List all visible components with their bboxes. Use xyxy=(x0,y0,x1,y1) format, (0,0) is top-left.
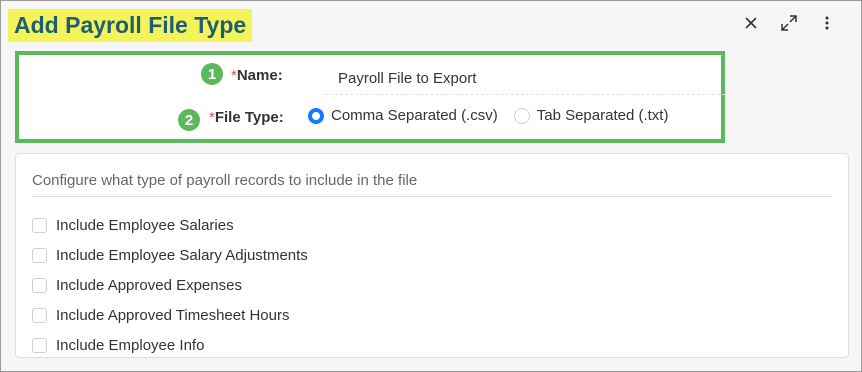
checkbox-label: Include Employee Salaries xyxy=(56,216,234,234)
title-highlight: Add Payroll File Type xyxy=(8,9,253,42)
records-checkbox-list: Include Employee Salaries Include Employ… xyxy=(32,210,308,360)
checkbox-label: Include Approved Timesheet Hours xyxy=(56,306,290,324)
callout-badge-2: 2 xyxy=(178,109,200,131)
expand-icon[interactable] xyxy=(779,13,799,33)
radio-label-csv: Comma Separated (.csv) xyxy=(331,107,498,124)
radio-label-txt: Tab Separated (.txt) xyxy=(536,107,669,124)
dialog-header-actions xyxy=(741,13,837,33)
close-icon[interactable] xyxy=(741,13,761,33)
file-type-label: *File Type: xyxy=(209,109,284,126)
radio-option-csv[interactable]: Comma Separated (.csv) xyxy=(308,107,498,124)
checkbox-icon[interactable] xyxy=(32,337,47,353)
dialog-title: Add Payroll File Type xyxy=(14,12,247,38)
file-type-label-text: File Type: xyxy=(214,109,284,126)
radio-selected-icon[interactable] xyxy=(308,107,324,124)
name-input[interactable] xyxy=(325,63,725,95)
checkbox-icon[interactable] xyxy=(32,247,47,263)
checkbox-icon[interactable] xyxy=(32,217,47,233)
dialog: Add Payroll File Type 1 *Name: 2 *File T… xyxy=(0,0,862,372)
radio-unselected-icon[interactable] xyxy=(513,107,530,124)
radio-option-txt[interactable]: Tab Separated (.txt) xyxy=(513,107,669,124)
checkbox-row-timesheet-hours[interactable]: Include Approved Timesheet Hours xyxy=(32,300,308,330)
records-panel: Configure what type of payroll records t… xyxy=(15,153,849,358)
name-label-text: Name: xyxy=(236,67,283,84)
callout-highlight-box: 1 *Name: 2 *File Type: Comma Separated (… xyxy=(15,51,725,143)
checkbox-row-employee-info[interactable]: Include Employee Info xyxy=(32,330,308,360)
file-type-radio-group: Comma Separated (.csv) Tab Separated (.t… xyxy=(308,107,684,124)
callout-badge-1: 1 xyxy=(201,63,223,85)
checkbox-label: Include Employee Salary Adjustments xyxy=(56,246,308,264)
checkbox-icon[interactable] xyxy=(32,277,47,293)
checkbox-row-salaries[interactable]: Include Employee Salaries xyxy=(32,210,308,240)
name-label: *Name: xyxy=(231,67,283,84)
checkbox-row-salary-adjustments[interactable]: Include Employee Salary Adjustments xyxy=(32,240,308,270)
more-vertical-icon[interactable] xyxy=(817,13,837,33)
records-heading: Configure what type of payroll records t… xyxy=(32,172,832,197)
checkbox-label: Include Employee Info xyxy=(56,336,205,354)
checkbox-icon[interactable] xyxy=(32,307,47,323)
checkbox-row-expenses[interactable]: Include Approved Expenses xyxy=(32,270,308,300)
checkbox-label: Include Approved Expenses xyxy=(56,276,242,294)
